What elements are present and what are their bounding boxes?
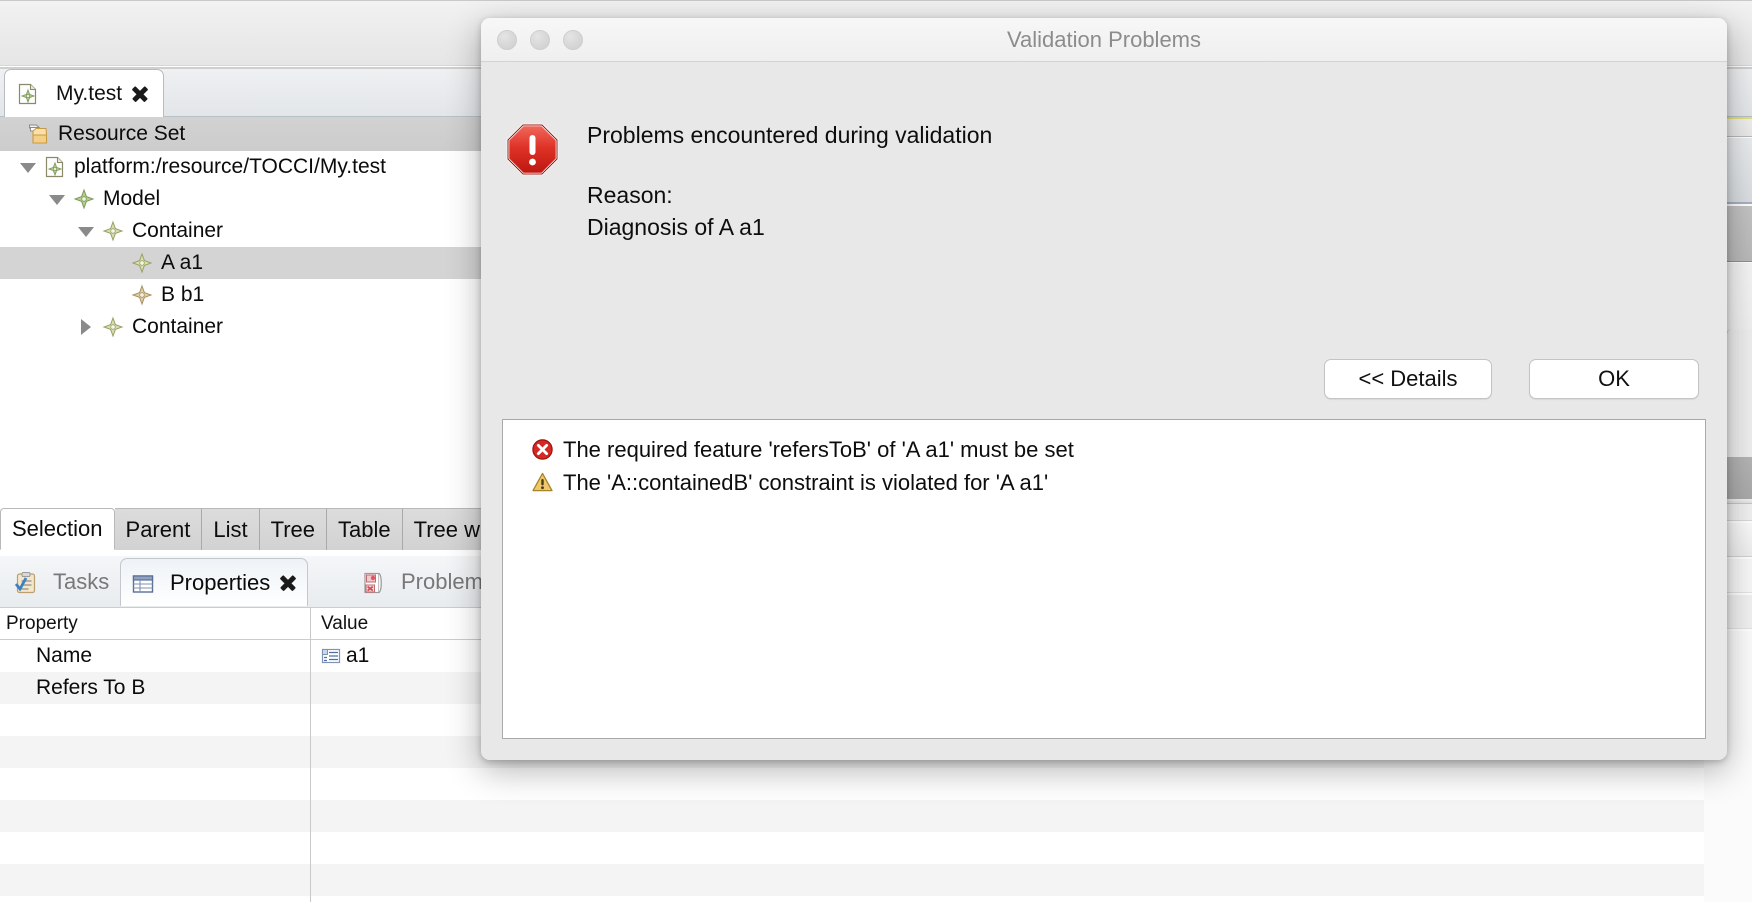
tree-row-label: Resource Set	[58, 122, 186, 145]
property-value-cell[interactable]	[310, 768, 1752, 800]
tab-properties[interactable]: Properties	[120, 558, 309, 606]
property-value-cell[interactable]	[310, 800, 1752, 832]
green-diamond-icon	[102, 316, 124, 338]
tree-row-label: Container	[132, 219, 224, 242]
list-item-text: The required feature 'refersToB' of 'A a…	[563, 436, 1074, 462]
dialog-title: Validation Problems	[1006, 27, 1202, 52]
chevron-down-icon[interactable]	[20, 159, 37, 176]
problems-icon	[362, 571, 384, 594]
tab-table[interactable]: Table	[327, 508, 403, 550]
tab-list[interactable]: List	[202, 508, 260, 550]
list-item[interactable]: The 'A::containedB' constraint is violat…	[503, 466, 1705, 499]
property-value-cell[interactable]	[310, 896, 1752, 902]
green-diamond-icon	[131, 252, 153, 274]
table-row[interactable]	[0, 832, 1752, 864]
list-item[interactable]: The required feature 'refersToB' of 'A a…	[503, 433, 1705, 466]
validation-problems-dialog: Validation Problems Problems encountered…	[481, 18, 1727, 760]
dialog-reason-label: Reason:	[587, 182, 673, 208]
table-row[interactable]	[0, 896, 1752, 902]
green-diamond-icon	[102, 220, 124, 242]
tree-twisty-placeholder	[107, 255, 124, 272]
tree-row-label: A a1	[161, 251, 204, 274]
tree-twisty-placeholder	[107, 287, 124, 304]
tab-label: Tree wi	[413, 516, 485, 542]
dialog-message: Problems encountered during validation	[587, 122, 993, 148]
editor-tab-my-test[interactable]: My.test	[4, 69, 165, 117]
dialog-reason-text: Diagnosis of A a1	[587, 214, 765, 240]
table-row[interactable]	[0, 864, 1752, 896]
property-value-cell[interactable]	[310, 864, 1752, 896]
resource-set-icon	[28, 123, 50, 145]
text-field-icon	[321, 646, 341, 666]
chevron-down-icon[interactable]	[78, 223, 95, 240]
tab-label: Tasks	[53, 569, 110, 594]
tan-diamond-icon	[131, 284, 153, 306]
tree-row-label: B b1	[161, 283, 205, 306]
details-list[interactable]: The required feature 'refersToB' of 'A a…	[502, 419, 1706, 739]
chevron-right-icon[interactable]	[78, 318, 95, 336]
tree-row-label: Container	[132, 315, 224, 338]
tab-label: Table	[338, 516, 391, 542]
tab-tasks[interactable]: Tasks	[4, 558, 119, 606]
tree-row-label: platform:/resource/TOCCI/My.test	[74, 155, 386, 178]
property-value-cell[interactable]	[310, 832, 1752, 864]
tab-parent[interactable]: Parent	[114, 508, 203, 550]
table-row[interactable]	[0, 768, 1752, 800]
close-icon[interactable]	[279, 574, 297, 592]
editor-tab-label: My.test	[56, 81, 123, 105]
property-value-text: a1	[346, 644, 370, 667]
close-icon[interactable]	[131, 85, 149, 103]
tab-selection[interactable]: Selection	[0, 508, 115, 550]
list-item-text: The 'A::containedB' constraint is violat…	[563, 469, 1049, 495]
ok-button[interactable]: OK	[1529, 359, 1699, 399]
model-file-icon	[44, 156, 66, 178]
details-button[interactable]: << Details	[1324, 359, 1492, 399]
tasks-icon	[14, 571, 36, 594]
green-diamond-icon	[73, 188, 95, 210]
screen: My.test Resource Set platform:/resource/…	[0, 0, 1752, 902]
warning-triangle-icon	[531, 471, 554, 494]
tab-label: List	[213, 516, 248, 542]
chevron-down-icon[interactable]	[49, 191, 66, 208]
tab-label: Parent	[125, 516, 191, 542]
tree-twisty-placeholder	[4, 126, 21, 143]
tab-tree[interactable]: Tree	[259, 508, 328, 550]
column-header-property: Property	[6, 612, 78, 634]
tab-label: Properties	[170, 569, 271, 595]
model-file-icon	[17, 83, 39, 105]
table-row[interactable]	[0, 800, 1752, 832]
tab-label: Tree	[270, 516, 316, 542]
tree-row-label: Model	[103, 187, 161, 210]
properties-table-icon	[131, 572, 154, 594]
dialog-titlebar[interactable]: Validation Problems	[481, 18, 1727, 62]
editor-page-tab-row: Selection Parent List Tree Table Tree wi	[0, 508, 497, 550]
tab-label: Problems	[401, 569, 494, 594]
property-name-cell: Refers To B	[36, 676, 146, 699]
dialog-button-bar: << Details OK	[1324, 359, 1699, 399]
tab-label: Selection	[12, 516, 103, 541]
error-circle-icon	[531, 438, 554, 461]
error-octagon-icon	[506, 123, 559, 176]
dialog-body: Problems encountered during validation R…	[481, 62, 1727, 760]
property-name-cell: Name	[36, 644, 93, 667]
